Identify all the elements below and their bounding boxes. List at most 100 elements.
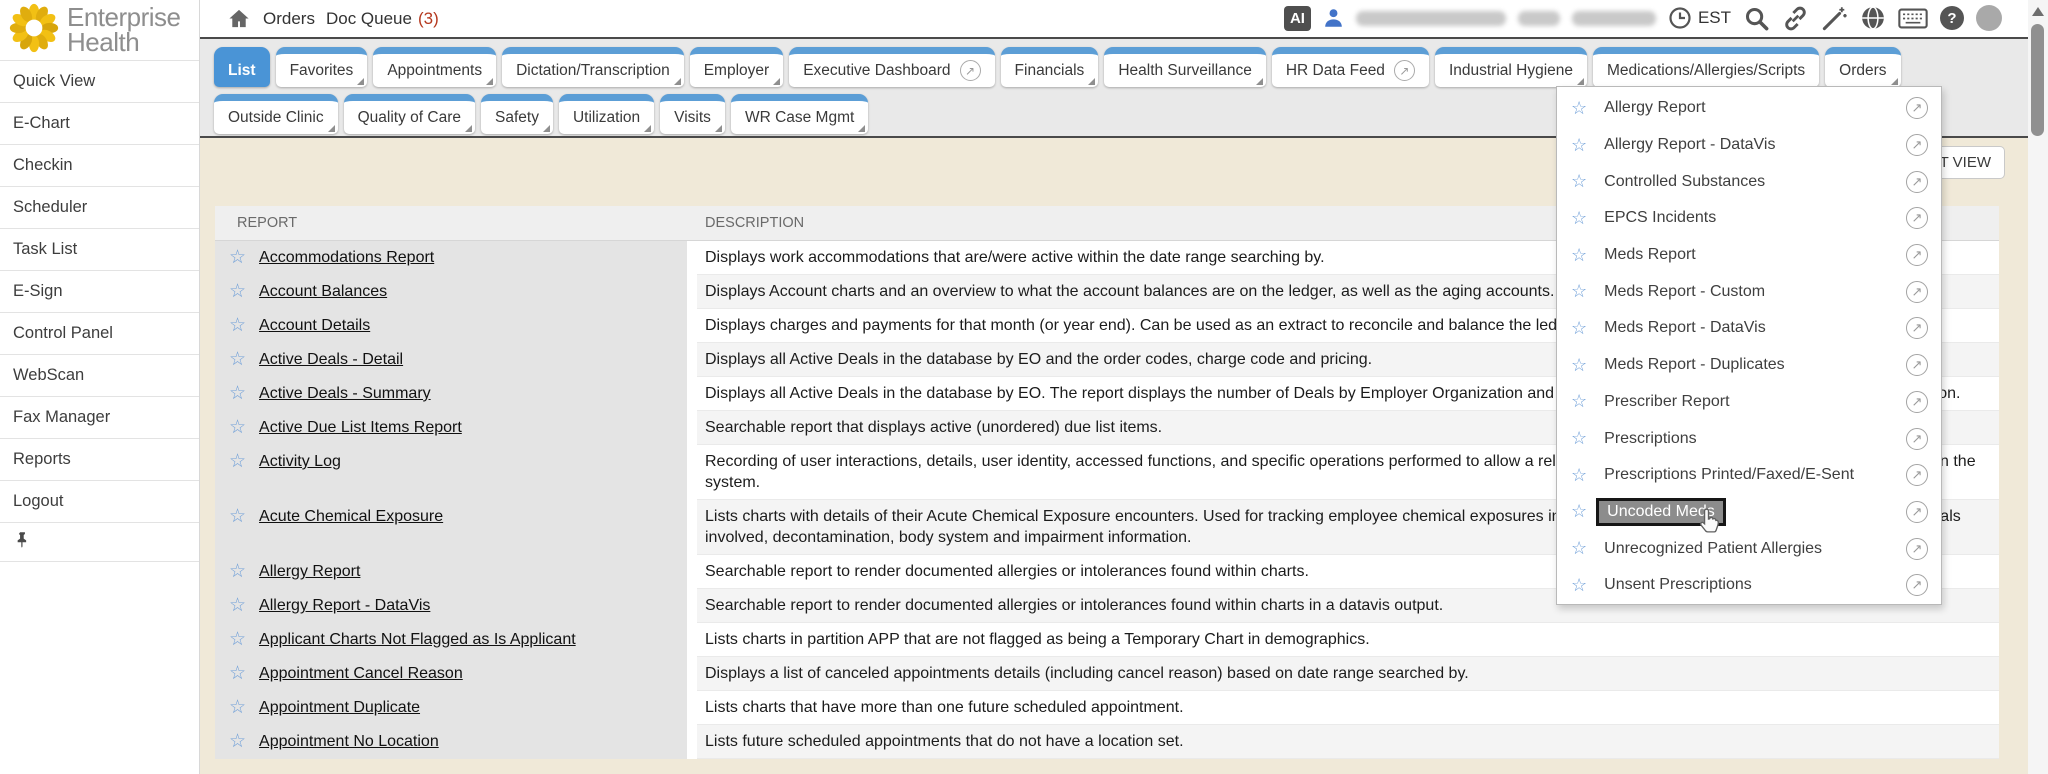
tab-list[interactable]: List [214, 47, 270, 87]
open-in-new-icon[interactable]: ↗ [1906, 354, 1928, 376]
favorite-star-icon[interactable]: ☆ [1571, 428, 1587, 449]
open-in-new-icon[interactable]: ↗ [1906, 317, 1928, 339]
tab-health-surveillance[interactable]: Health Surveillance [1104, 47, 1266, 87]
favorite-star-icon[interactable]: ☆ [1571, 208, 1587, 229]
menu-item-meds-report[interactable]: ☆Meds Report↗ [1557, 237, 1941, 274]
open-in-new-icon[interactable]: ↗ [1906, 574, 1928, 596]
open-in-new-icon[interactable]: ↗ [1906, 244, 1928, 266]
tab-dictation-transcription[interactable]: Dictation/Transcription [502, 47, 684, 87]
favorite-star-icon[interactable]: ☆ [1571, 355, 1587, 376]
sidebar-pin-row[interactable] [0, 522, 199, 562]
favorite-star-icon[interactable]: ☆ [1571, 465, 1587, 486]
breadcrumb-orders[interactable]: Orders [263, 9, 315, 29]
wand-icon[interactable] [1821, 5, 1848, 32]
sidebar-item-scheduler[interactable]: Scheduler [0, 186, 199, 228]
sidebar-item-logout[interactable]: Logout [0, 480, 199, 522]
sidebar-item-e-chart[interactable]: E-Chart [0, 102, 199, 144]
report-link[interactable]: Allergy Report - DataVis [259, 595, 430, 616]
report-link[interactable]: Activity Log [259, 451, 341, 472]
help-icon[interactable]: ? [1940, 6, 1964, 30]
open-in-new-icon[interactable]: ↗ [1906, 134, 1928, 156]
tab-utilization[interactable]: Utilization [559, 94, 654, 134]
favorite-star-icon[interactable]: ☆ [229, 383, 246, 404]
column-header-description[interactable]: DESCRIPTION [687, 215, 804, 231]
keyboard-icon[interactable] [1898, 8, 1928, 29]
menu-item-unrecognized-patient-allergies[interactable]: ☆Unrecognized Patient Allergies↗ [1557, 530, 1941, 567]
open-in-new-icon[interactable]: ↗ [1906, 97, 1928, 119]
report-link[interactable]: Active Deals - Detail [259, 349, 403, 370]
tab-safety[interactable]: Safety [481, 94, 553, 134]
menu-item-allergy-report[interactable]: ☆Allergy Report↗ [1557, 90, 1941, 127]
favorite-star-icon[interactable]: ☆ [1571, 538, 1587, 559]
menu-item-unsent-prescriptions[interactable]: ☆Unsent Prescriptions↗ [1557, 567, 1941, 604]
clock-icon[interactable] [1668, 6, 1692, 30]
open-in-new-icon[interactable]: ↗ [1906, 171, 1928, 193]
favorite-star-icon[interactable]: ☆ [229, 315, 246, 336]
menu-item-allergy-report-datavis[interactable]: ☆Allergy Report - DataVis↗ [1557, 127, 1941, 164]
tab-industrial-hygiene[interactable]: Industrial Hygiene [1435, 47, 1587, 87]
globe-icon[interactable] [1860, 5, 1886, 31]
tab-employer[interactable]: Employer [690, 47, 783, 87]
user-icon[interactable] [1323, 6, 1344, 30]
menu-item-meds-report-datavis[interactable]: ☆Meds Report - DataVis↗ [1557, 310, 1941, 347]
report-link[interactable]: Active Deals - Summary [259, 383, 431, 404]
report-link[interactable]: Active Due List Items Report [259, 417, 462, 438]
favorite-star-icon[interactable]: ☆ [229, 663, 246, 684]
menu-item-meds-report-duplicates[interactable]: ☆Meds Report - Duplicates↗ [1557, 347, 1941, 384]
scrollbar-thumb[interactable] [2031, 24, 2044, 136]
column-header-report[interactable]: REPORT [215, 215, 687, 231]
report-link[interactable]: Appointment Cancel Reason [259, 663, 463, 684]
scroll-up-arrow-icon[interactable] [2032, 7, 2044, 16]
open-in-new-icon[interactable]: ↗ [1906, 538, 1928, 560]
sidebar-item-control-panel[interactable]: Control Panel [0, 312, 199, 354]
tab-executive-dashboard[interactable]: Executive Dashboard↗ [789, 47, 994, 87]
tab-quality-of-care[interactable]: Quality of Care [344, 94, 475, 134]
open-in-new-icon[interactable]: ↗ [1906, 207, 1928, 229]
menu-item-prescriptions-printed-faxed-e-sent[interactable]: ☆Prescriptions Printed/Faxed/E-Sent↗ [1557, 457, 1941, 494]
home-icon[interactable] [226, 7, 252, 30]
favorite-star-icon[interactable]: ☆ [1571, 318, 1587, 339]
favorite-star-icon[interactable]: ☆ [229, 595, 246, 616]
favorite-star-icon[interactable]: ☆ [229, 731, 246, 752]
report-link[interactable]: Acute Chemical Exposure [259, 506, 443, 527]
sidebar-item-webscan[interactable]: WebScan [0, 354, 199, 396]
tab-outside-clinic[interactable]: Outside Clinic [214, 94, 338, 134]
favorite-star-icon[interactable]: ☆ [229, 561, 246, 582]
tab-hr-data-feed[interactable]: HR Data Feed↗ [1272, 47, 1429, 87]
avatar[interactable] [1976, 5, 2002, 31]
tab-visits[interactable]: Visits [660, 94, 725, 134]
favorite-star-icon[interactable]: ☆ [229, 451, 246, 472]
report-link[interactable]: Accommodations Report [259, 247, 434, 268]
favorite-star-icon[interactable]: ☆ [1571, 281, 1587, 302]
menu-item-uncoded-meds[interactable]: ☆ Uncoded Meds ↗ [1557, 494, 1941, 531]
favorite-star-icon[interactable]: ☆ [229, 506, 246, 527]
external-link-icon[interactable]: ↗ [1394, 60, 1415, 81]
favorite-star-icon[interactable]: ☆ [1571, 245, 1587, 266]
vertical-scrollbar[interactable] [2028, 0, 2048, 774]
favorite-star-icon[interactable]: ☆ [229, 247, 246, 268]
sidebar-item-reports[interactable]: Reports [0, 438, 199, 480]
external-link-icon[interactable]: ↗ [960, 60, 981, 81]
open-in-new-icon[interactable]: ↗ [1906, 501, 1928, 523]
ai-badge[interactable]: AI [1284, 6, 1311, 31]
favorite-star-icon[interactable]: ☆ [229, 697, 246, 718]
favorite-star-icon[interactable]: ☆ [1571, 135, 1587, 156]
report-link[interactable]: Applicant Charts Not Flagged as Is Appli… [259, 629, 576, 650]
menu-item-prescriptions[interactable]: ☆Prescriptions↗ [1557, 420, 1941, 457]
tab-appointments[interactable]: Appointments [373, 47, 496, 87]
sidebar-item-checkin[interactable]: Checkin [0, 144, 199, 186]
search-icon[interactable] [1743, 5, 1770, 32]
link-icon[interactable] [1782, 5, 1809, 32]
report-link[interactable]: Appointment Duplicate [259, 697, 420, 718]
sidebar-item-e-sign[interactable]: E-Sign [0, 270, 199, 312]
favorite-star-icon[interactable]: ☆ [229, 629, 246, 650]
favorite-star-icon[interactable]: ☆ [1571, 501, 1587, 522]
favorite-star-icon[interactable]: ☆ [1571, 171, 1587, 192]
tab-financials[interactable]: Financials [1001, 47, 1099, 87]
open-in-new-icon[interactable]: ↗ [1906, 281, 1928, 303]
favorite-star-icon[interactable]: ☆ [229, 281, 246, 302]
favorite-star-icon[interactable]: ☆ [229, 349, 246, 370]
tab-medications-allergies-scripts[interactable]: Medications/Allergies/Scripts [1593, 47, 1819, 87]
sidebar-item-quick-view[interactable]: Quick View [0, 60, 199, 102]
favorite-star-icon[interactable]: ☆ [229, 417, 246, 438]
